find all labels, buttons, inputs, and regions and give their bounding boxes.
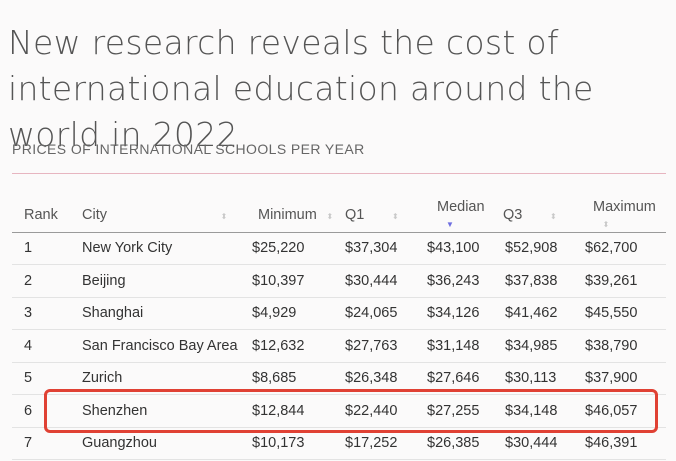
sort-icon[interactable]: ⬍ bbox=[599, 221, 613, 229]
col-header-label: Maximum bbox=[593, 199, 656, 216]
cell-rank: 5 bbox=[12, 362, 74, 395]
table-subhead: PRICES OF INTERNATIONAL SCHOOLS PER YEAR bbox=[12, 141, 365, 157]
cell-q1: $26,348 bbox=[339, 362, 419, 395]
cell-median: $27,255 bbox=[419, 394, 499, 428]
col-header-city[interactable]: City ⬍ bbox=[74, 199, 244, 233]
table-row: 3 Shanghai $4,929 $24,065 $34,126 $41,462 $45,… bbox=[12, 297, 666, 330]
cell-q3: $52,908 bbox=[499, 232, 579, 265]
cell-minimum: $12,632 bbox=[244, 329, 339, 363]
cell-rank: 1 bbox=[12, 232, 74, 265]
table-row: 1 New York City $25,220 $37,304 $43,100 $52,9… bbox=[12, 232, 666, 265]
cell-maximum: $37,900 bbox=[579, 362, 666, 395]
cell-city: Shanghai bbox=[74, 297, 244, 330]
col-header-rank[interactable]: Rank bbox=[12, 199, 74, 233]
cell-q1: $30,444 bbox=[339, 264, 419, 298]
cell-minimum: $8,685 bbox=[244, 362, 339, 395]
cell-city: San Francisco Bay Area bbox=[74, 329, 244, 363]
cell-q1: $27,763 bbox=[339, 329, 419, 363]
cell-q1: $17,252 bbox=[339, 427, 419, 460]
col-header-label: Q1 bbox=[345, 207, 365, 224]
cell-median: $26,385 bbox=[419, 427, 499, 460]
sort-icon[interactable]: ⬍ bbox=[388, 213, 402, 221]
col-header-minimum[interactable]: Minimum ⬍ bbox=[244, 199, 339, 233]
cell-rank: 7 bbox=[12, 427, 74, 460]
sort-icon[interactable]: ⬍ bbox=[546, 213, 560, 221]
cell-city: Shenzhen bbox=[74, 394, 244, 428]
col-header-median[interactable]: Median ▼ bbox=[419, 199, 499, 233]
table-row: 7 Guangzhou $10,173 $17,252 $26,385 $30,444 $4… bbox=[12, 427, 666, 460]
cell-minimum: $25,220 bbox=[244, 232, 339, 265]
cell-q3: $30,444 bbox=[499, 427, 579, 460]
cell-median: $27,646 bbox=[419, 362, 499, 395]
cell-median: $34,126 bbox=[419, 297, 499, 330]
cell-q1: $37,304 bbox=[339, 232, 419, 265]
cell-minimum: $12,844 bbox=[244, 394, 339, 428]
cell-rank: 4 bbox=[12, 329, 74, 363]
cell-rank: 6 bbox=[12, 394, 74, 428]
cell-city: New York City bbox=[74, 232, 244, 265]
table-row: 4 San Francisco Bay Area $12,632 $27,763 $31… bbox=[12, 329, 666, 363]
cell-q3: $30,113 bbox=[499, 362, 579, 395]
cell-maximum: $45,550 bbox=[579, 297, 666, 330]
cell-maximum: $46,057 bbox=[579, 394, 666, 428]
col-header-label: Rank bbox=[24, 207, 58, 224]
cell-q3: $34,985 bbox=[499, 329, 579, 363]
col-header-label: City bbox=[82, 207, 107, 224]
table-row: 2 Beijing $10,397 $30,444 $36,243 $37,838 $39,… bbox=[12, 264, 666, 298]
cell-city: Zurich bbox=[74, 362, 244, 395]
cell-minimum: $10,397 bbox=[244, 264, 339, 298]
cell-median: $43,100 bbox=[419, 232, 499, 265]
cell-median: $36,243 bbox=[419, 264, 499, 298]
col-header-maximum[interactable]: Maximum ⬍ bbox=[579, 199, 666, 233]
table-row: 6 Shenzhen $12,844 $22,440 $27,255 $34,148 $46… bbox=[12, 394, 666, 428]
table-header-row: Rank City ⬍ Minimum ⬍ Q1 ⬍ Median ▼ Q3 ⬍ Maxi… bbox=[12, 199, 666, 233]
cell-city: Beijing bbox=[74, 264, 244, 298]
page-headline: New research reveals the cost of interna… bbox=[8, 23, 594, 154]
sort-desc-icon[interactable]: ▼ bbox=[443, 221, 457, 229]
cell-rank: 2 bbox=[12, 264, 74, 298]
cell-q1: $24,065 bbox=[339, 297, 419, 330]
col-header-label: Q3 bbox=[503, 207, 523, 224]
cell-minimum: $10,173 bbox=[244, 427, 339, 460]
cell-median: $31,148 bbox=[419, 329, 499, 363]
col-header-q1[interactable]: Q1 ⬍ bbox=[339, 199, 419, 233]
cell-q3: $34,148 bbox=[499, 394, 579, 428]
table-row: 5 Zurich $8,685 $26,348 $27,646 $30,113 $37,90… bbox=[12, 362, 666, 395]
cell-q1: $22,440 bbox=[339, 394, 419, 428]
cell-maximum: $46,391 bbox=[579, 427, 666, 460]
col-header-label: Median bbox=[437, 199, 485, 216]
cell-maximum: $62,700 bbox=[579, 232, 666, 265]
sort-icon[interactable]: ⬍ bbox=[217, 213, 231, 221]
cell-q3: $37,838 bbox=[499, 264, 579, 298]
sort-icon[interactable]: ⬍ bbox=[323, 213, 337, 221]
cell-maximum: $38,790 bbox=[579, 329, 666, 363]
prices-table: Rank City ⬍ Minimum ⬍ Q1 ⬍ Median ▼ Q3 ⬍ Maxi… bbox=[12, 199, 666, 460]
cell-q3: $41,462 bbox=[499, 297, 579, 330]
cell-minimum: $4,929 bbox=[244, 297, 339, 330]
col-header-q3[interactable]: Q3 ⬍ bbox=[499, 199, 579, 233]
accent-divider bbox=[12, 173, 666, 174]
cell-rank: 3 bbox=[12, 297, 74, 330]
col-header-label: Minimum bbox=[258, 207, 317, 224]
cell-maximum: $39,261 bbox=[579, 264, 666, 298]
cell-city: Guangzhou bbox=[74, 427, 244, 460]
